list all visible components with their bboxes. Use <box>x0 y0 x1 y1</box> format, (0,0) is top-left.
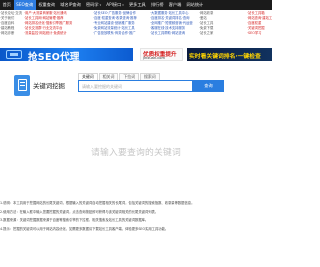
link-item[interactable]: ·站长之家 <box>199 31 223 36</box>
keyword-input[interactable] <box>79 81 192 91</box>
note-line: 2.使用方法：在输入框中输入您要挖掘的关键词，点击查询按钮即可获得与该关键词相关… <box>0 209 159 214</box>
link-item[interactable]: ·流量监控·网站统计·免费统计 <box>24 31 90 36</box>
search-box <box>78 80 193 92</box>
nav-item-label: 权重查询 <box>38 2 56 7</box>
tab-keyword[interactable]: 关键词 <box>78 73 98 80</box>
ad-banner-ranking[interactable]: 实时看关键词排名·一键检查 <box>187 48 272 61</box>
nav-item-4[interactable]: 密码学▾ <box>83 0 103 10</box>
nav-item-7[interactable]: 排行榜 <box>148 0 166 10</box>
nav-item-0[interactable]: 首页 <box>0 0 14 10</box>
nav-item-6[interactable]: 更多工具 <box>126 0 148 10</box>
link-area: ·站长论坛·交流 ·关于我们 ·百度百科 ·建站教程 ·网站诊断 ·用户·大流量商家服·… <box>0 11 272 48</box>
nav-item-label: API接口 <box>106 2 122 7</box>
nav-item-label: 网站统计 <box>186 2 204 7</box>
tab-search[interactable]: 搜索词 <box>140 73 160 80</box>
nav-item-3[interactable]: 域名IP查询 <box>58 0 84 10</box>
top-nav: 首页 SEO查询 权重查询 域名IP查询 密码学▾ API接口▾ 更多工具 排行榜 客户端 网站统… <box>0 0 272 10</box>
link-column-5: ·网站收录 ·爱站 ·站长工具 ·免费下载 ·站长之家 <box>199 11 223 36</box>
nav-item-label: SEO查询 <box>16 2 34 7</box>
query-button[interactable]: 查询 <box>193 80 224 92</box>
empty-hint: 请输入要查询的关键词 <box>91 148 181 158</box>
nav-item-label: 更多工具 <box>128 2 146 7</box>
notes: 1.说明：本工具用于挖掘网站的长尾关键词，根据输入的关键词自动挖掘相关的长尾词，… <box>0 199 272 233</box>
link-item[interactable]: ·站长工具帮助·网站查询 <box>150 31 196 36</box>
nav-item-label: 客户端 <box>168 2 182 7</box>
note-line: 1.说明：本工具用于挖掘网站的长尾关键词，根据输入的关键词自动挖掘相关的长尾词，… <box>0 201 195 205</box>
chevron-down-icon: ▾ <box>99 3 102 7</box>
note-line: 4.提示：挖掘的关键词可以用于网站内容优化，如需更多数据请下载站长工具客户端，体… <box>0 226 169 231</box>
tab-dropdown[interactable]: 下拉词 <box>119 73 140 80</box>
link-item[interactable]: ·SEO学习 <box>247 31 272 36</box>
nav-item-9[interactable]: 网站统计 <box>184 0 206 10</box>
nav-item-8[interactable]: 客户端 <box>166 0 184 10</box>
nav-item-1[interactable]: SEO查询 <box>13 0 36 10</box>
nav-item-label: 首页 <box>2 2 11 7</box>
keyword-tool: 关键词挖掘 关键词 相关词 下拉词 搜索词 查询 <box>14 73 224 99</box>
ad-banner-domain: jinxuan.com <box>143 56 165 61</box>
tab-related[interactable]: 相关词 <box>98 73 119 80</box>
nav-item-label: 密码学 <box>86 2 99 7</box>
link-column-4: ·大数据服务·站长工具中心 ·百度排名·关键词排名·查询 ·全网推广·短视频营销·代… <box>150 11 196 36</box>
search-tabs: 关键词 相关词 下拉词 搜索词 <box>78 73 161 80</box>
document-icon <box>14 75 30 96</box>
link-column-2: ·用户·大流量商家服·站长通讯 ·站长工具网·网站管理·推荐 ·网站排名优化·搜索引… <box>24 11 90 36</box>
tool-title: 关键词挖掘 <box>33 82 65 90</box>
chevron-down-icon: ▾ <box>122 3 124 7</box>
monitor-icon <box>6 50 22 59</box>
link-item[interactable]: ·网站诊断 <box>0 31 22 36</box>
link-column-6: ·站长工具箱·网站查询·建站工具·百度权重·关键词挖掘·SEO学习 <box>247 11 272 36</box>
ad-banner-weight[interactable]: 优质权重提升 jinxuan.com <box>140 48 183 61</box>
nav-item-5[interactable]: API接口▾ <box>104 0 127 10</box>
ad-banner-text: 抢SEO代理 <box>28 52 80 61</box>
ad-banner-seo-agent[interactable]: 抢SEO代理 <box>0 48 133 61</box>
link-item[interactable]: ·广告投放联系·商务合作·推广 <box>93 31 145 36</box>
nav-item-label: 域名IP查询 <box>60 2 81 7</box>
link-column-1: ·站长论坛·交流 ·关于我们 ·百度百科 ·建站教程 ·网站诊断 <box>0 11 22 36</box>
nav-item-2[interactable]: 权重查询 <box>36 0 58 10</box>
note-line: 3.数据来源：关键词挖掘数据来源于百度等搜索引擎的下拉框、相关搜索及站长工具的关… <box>0 218 149 223</box>
ad-banner-text: 实时看关键词排名·一键检查 <box>189 54 261 61</box>
link-column-3: ·站长SEO·广告服务·品牌合作 ·百度·权重查询·收录查询·推荐 ·专业网站建设·… <box>93 11 145 36</box>
nav-item-label: 排行榜 <box>150 2 164 7</box>
